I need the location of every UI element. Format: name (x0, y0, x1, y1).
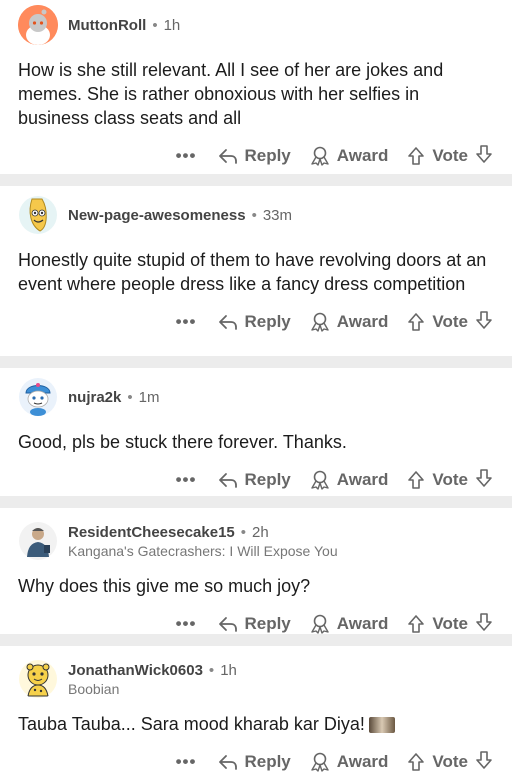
downvote-button[interactable] (474, 612, 494, 637)
reply-button[interactable]: Reply (218, 470, 291, 490)
username[interactable]: ResidentCheesecake15 (68, 524, 235, 541)
downvote-icon (476, 310, 492, 329)
more-options-button[interactable]: ••• (176, 470, 197, 490)
upvote-icon (408, 471, 425, 489)
timestamp: 33m (262, 206, 293, 224)
downvote-icon (476, 468, 492, 487)
reply-icon (219, 149, 238, 164)
user-avatar-icon (19, 522, 57, 560)
reply-button[interactable]: Reply (218, 146, 291, 166)
downvote-icon (476, 144, 492, 163)
reply-icon (219, 315, 238, 330)
comment-header: JonathanWick0603 • 1h Boobian (18, 646, 494, 704)
reply-icon (219, 617, 238, 632)
comment-header: ResidentCheesecake15 • 2h Kangana's Gate… (18, 508, 494, 566)
comment-text: Tauba Tauba... Sara mood kharab kar Diya… (18, 714, 365, 734)
upvote-button[interactable]: Vote (406, 146, 468, 166)
reply-button[interactable]: Reply (218, 312, 291, 332)
award-button[interactable]: Award (309, 752, 388, 772)
comment-card: JonathanWick0603 • 1h Boobian Tauba Taub… (0, 646, 512, 782)
inline-image-icon[interactable] (368, 717, 395, 734)
award-button[interactable]: Award (309, 470, 388, 490)
user-flair: Boobian (68, 680, 120, 697)
comment-card: nujra2k • 1m Good, pls be stuck there fo… (0, 368, 512, 496)
timestamp: 2h (252, 523, 269, 541)
comment-header: MuttonRoll • 1h (18, 0, 494, 50)
comment-header: New-page-awesomeness • 33m (18, 186, 494, 240)
comment-card: MuttonRoll • 1h How is she still relevan… (0, 0, 512, 174)
avatar[interactable] (18, 521, 58, 561)
snoo-turban-avatar-icon (19, 378, 57, 416)
timestamp: 1m (138, 388, 160, 406)
comment-actions: ••• Reply Award Vote (18, 136, 494, 176)
upvote-button[interactable]: Vote (406, 752, 468, 772)
award-button[interactable]: Award (309, 312, 388, 332)
upvote-button[interactable]: Vote (406, 614, 468, 634)
comment-actions: ••• Reply Award Vote (18, 302, 494, 342)
banana-avatar-icon (19, 196, 57, 234)
reply-button[interactable]: Reply (218, 752, 291, 772)
more-options-button[interactable]: ••• (176, 752, 197, 772)
upvote-icon (408, 313, 425, 331)
award-icon (311, 470, 329, 490)
separator (0, 356, 512, 368)
comment-header: nujra2k • 1m (18, 368, 494, 422)
award-icon (311, 614, 329, 634)
avatar[interactable] (18, 377, 58, 417)
downvote-icon (476, 750, 492, 769)
reply-button[interactable]: Reply (218, 614, 291, 634)
award-button[interactable]: Award (309, 614, 388, 634)
username[interactable]: nujra2k (68, 389, 121, 406)
reply-icon (219, 755, 238, 770)
snoo-cheetah-avatar-icon (19, 660, 57, 698)
upvote-icon (408, 147, 425, 165)
username[interactable]: New-page-awesomeness (68, 207, 246, 224)
downvote-button[interactable] (474, 144, 494, 169)
timestamp: 1h (220, 661, 237, 679)
reply-icon (219, 473, 238, 488)
user-flair: Kangana's Gatecrashers: I Will Expose Yo… (68, 542, 338, 559)
award-icon (311, 146, 329, 166)
award-button[interactable]: Award (309, 146, 388, 166)
snoo-avatar-icon (18, 5, 58, 45)
comment-text: How is she still relevant. All I see of … (18, 60, 444, 128)
avatar[interactable] (18, 195, 58, 235)
downvote-button[interactable] (474, 310, 494, 335)
more-options-button[interactable]: ••• (176, 312, 197, 332)
upvote-icon (408, 615, 425, 633)
comment-text: Why does this give me so much joy? (18, 576, 311, 596)
downvote-button[interactable] (474, 750, 494, 775)
more-options-button[interactable]: ••• (176, 614, 197, 634)
username[interactable]: MuttonRoll (68, 17, 146, 34)
comment-actions: ••• Reply Award Vote (18, 742, 494, 782)
comment-text: Good, pls be stuck there forever. Thanks… (18, 432, 347, 452)
username[interactable]: JonathanWick0603 (68, 662, 203, 679)
timestamp: 1h (163, 16, 181, 34)
comment-text: Honestly quite stupid of them to have re… (18, 250, 487, 294)
comment-text-wrap: Tauba Tauba... Sara mood kharab kar Diya… (18, 704, 494, 742)
more-options-button[interactable]: ••• (176, 146, 197, 166)
avatar[interactable] (18, 659, 58, 699)
upvote-button[interactable]: Vote (406, 312, 468, 332)
downvote-button[interactable] (474, 468, 494, 493)
award-icon (311, 752, 329, 772)
comment-actions: ••• Reply Award Vote (18, 604, 494, 644)
avatar[interactable] (18, 5, 58, 45)
award-icon (311, 312, 329, 332)
comment-card: ResidentCheesecake15 • 2h Kangana's Gate… (0, 508, 512, 634)
comment-card: New-page-awesomeness • 33m Honestly quit… (0, 186, 512, 356)
upvote-button[interactable]: Vote (406, 470, 468, 490)
upvote-icon (408, 753, 425, 771)
comment-actions: ••• Reply Award Vote (18, 460, 494, 500)
downvote-icon (476, 612, 492, 631)
